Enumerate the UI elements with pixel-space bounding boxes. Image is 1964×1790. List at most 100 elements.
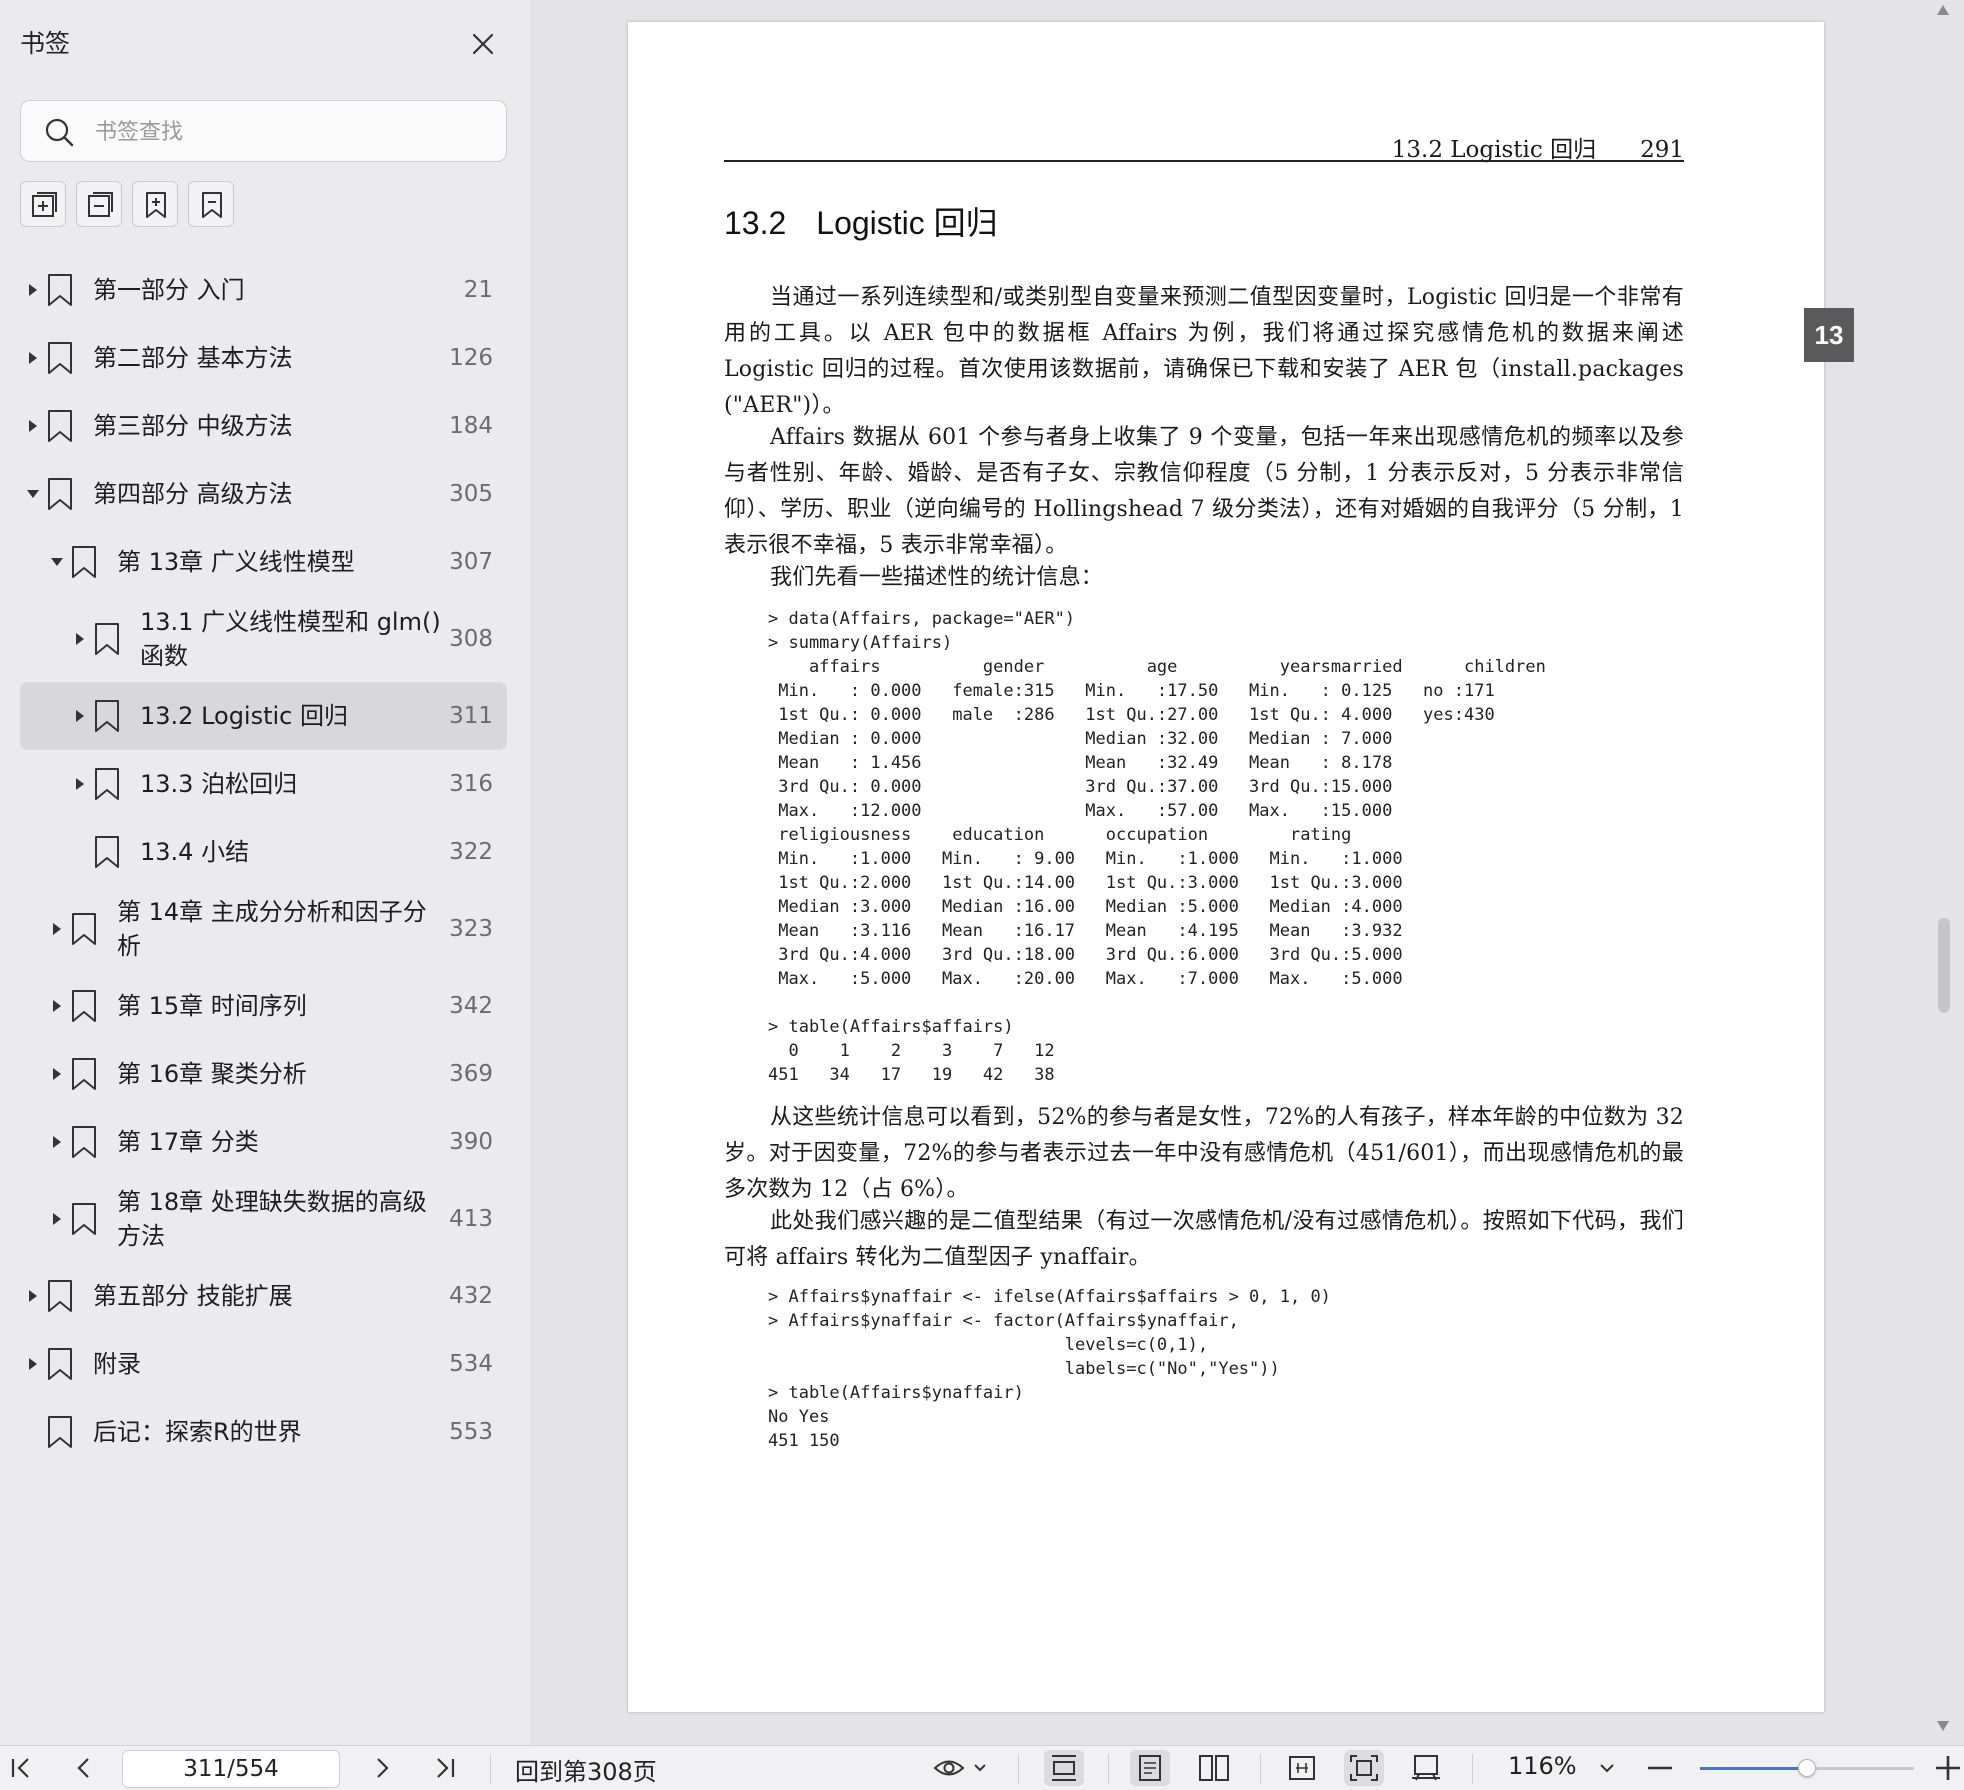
caret-right-icon[interactable] [73, 708, 87, 724]
add-bookmark-icon [146, 192, 166, 218]
close-icon[interactable] [469, 30, 497, 58]
zoom-slider-knob[interactable] [1798, 1759, 1816, 1777]
fit-width-button[interactable] [1282, 1750, 1322, 1786]
bookmark-page-number: 305 [449, 481, 493, 507]
bookmark-item[interactable]: 第五部分 技能扩展 432 [20, 1262, 507, 1330]
zoom-slider[interactable] [1700, 1759, 1914, 1777]
bookmark-item[interactable]: 第 17章 分类 390 [20, 1108, 507, 1176]
expand-all-button[interactable] [20, 181, 66, 227]
bookmark-search[interactable] [20, 100, 507, 162]
back-to-page-link[interactable]: 回到第308页 [515, 1752, 657, 1787]
bookmark-page-number: 311 [449, 703, 493, 729]
remove-bookmark-button[interactable] [188, 181, 234, 227]
bookmark-label-line: 13.4 小结 [140, 838, 250, 866]
bookmark-item[interactable]: 第 18章 处理缺失数据的高级 方法 413 [20, 1176, 507, 1262]
bookmark-label: 13.4 小结 [140, 835, 249, 869]
add-bookmark-button[interactable] [132, 181, 178, 227]
bookmark-item[interactable]: 13.1 广义线性模型和 glm() 函数 308 [20, 596, 507, 682]
bookmark-page-number: 308 [449, 626, 493, 652]
code-block-summary: > data(Affairs, package="AER") > summary… [768, 609, 1546, 1085]
bookmark-page-number: 126 [449, 345, 493, 371]
chevron-right-icon [377, 1758, 389, 1778]
bookmark-icon [46, 409, 74, 443]
two-page-icon [1199, 1755, 1229, 1781]
bookmark-item[interactable]: 后记：探索R的世界 553 [20, 1398, 507, 1466]
caret-right-icon[interactable] [26, 418, 40, 434]
fit-page-button[interactable] [1344, 1750, 1384, 1786]
bookmark-item[interactable]: 13.4 小结 322 [20, 818, 507, 886]
bookmark-label-line: 13.2 Logistic 回归 [140, 702, 349, 730]
caret-right-icon[interactable] [50, 998, 64, 1014]
caret-down-icon[interactable] [26, 486, 40, 502]
bookmark-page-number: 342 [449, 993, 493, 1019]
scroll-up-arrow-icon[interactable] [1936, 4, 1950, 16]
first-page-button[interactable] [8, 1750, 36, 1786]
bookmark-page-number: 413 [449, 1206, 493, 1232]
caret-down-icon[interactable] [50, 554, 64, 570]
caret-right-icon[interactable] [73, 631, 87, 647]
caret-right-icon[interactable] [26, 350, 40, 366]
page-number-box[interactable] [122, 1750, 340, 1788]
caret-right-icon[interactable] [50, 1066, 64, 1082]
bookmark-label-line: 第三部分 中级方法 [93, 412, 293, 440]
bookmark-label-line: 第 17章 分类 [117, 1128, 259, 1156]
bookmark-label: 第 13章 广义线性模型 [117, 545, 355, 579]
caret-right-icon[interactable] [26, 1356, 40, 1372]
bookmark-label-line: 第四部分 高级方法 [93, 480, 293, 508]
view-mode-dropdown[interactable] [932, 1750, 992, 1786]
bookmark-page-number: 184 [449, 413, 493, 439]
caret-right-icon[interactable] [26, 282, 40, 298]
bookmark-label: 附录 [93, 1347, 141, 1381]
bookmark-item[interactable]: 第四部分 高级方法 305 [20, 460, 507, 528]
collapse-all-button[interactable] [76, 181, 122, 227]
bookmark-search-input[interactable] [95, 113, 485, 151]
bookmark-item[interactable]: 第 16章 聚类分析 369 [20, 1040, 507, 1108]
caret-right-icon[interactable] [73, 776, 87, 792]
scroll-down-arrow-icon[interactable] [1936, 1720, 1950, 1732]
single-page-icon [1139, 1755, 1161, 1781]
two-page-button[interactable] [1194, 1750, 1234, 1786]
bookmark-icon [46, 1415, 74, 1449]
running-head: 13.2 Logistic 回归 291 [1392, 130, 1684, 164]
caret-right-icon[interactable] [50, 921, 64, 937]
search-icon [45, 118, 74, 147]
last-page-button[interactable] [430, 1750, 458, 1786]
next-page-button[interactable] [368, 1750, 396, 1786]
bookmark-item[interactable]: 第 15章 时间序列 342 [20, 972, 507, 1040]
caret-right-icon[interactable] [50, 1134, 64, 1150]
zoom-out-button[interactable] [1644, 1750, 1676, 1786]
bookmark-label-line: 析 [117, 932, 141, 960]
bookmark-item[interactable]: 第二部分 基本方法 126 [20, 324, 507, 392]
bookmark-item[interactable]: 13.3 泊松回归 316 [20, 750, 507, 818]
chapter-thumb-tab: 13 [1804, 308, 1854, 362]
bookmark-label: 第 14章 主成分分析和因子分析 [117, 895, 427, 963]
paragraph-3: 我们先看一些描述性的统计信息： [770, 565, 1104, 590]
collapse-all-icon [88, 192, 113, 217]
single-page-button[interactable] [1130, 1750, 1170, 1786]
eye-icon [933, 1760, 986, 1776]
bookmark-item[interactable]: 第三部分 中级方法 184 [20, 392, 507, 460]
continuous-scroll-button[interactable] [1044, 1750, 1084, 1786]
caret-right-icon[interactable] [26, 1288, 40, 1304]
caret-right-icon[interactable] [50, 1211, 64, 1227]
bookmark-item[interactable]: 第一部分 入门 21 [20, 256, 507, 324]
bookmark-item[interactable]: 第 14章 主成分分析和因子分析 323 [20, 886, 507, 972]
zoom-in-button[interactable] [1932, 1750, 1964, 1786]
bookmark-label-line: 第五部分 技能扩展 [93, 1282, 293, 1310]
bookmark-icon [70, 1202, 98, 1236]
presentation-button[interactable] [1406, 1750, 1446, 1786]
previous-page-button[interactable] [70, 1750, 98, 1786]
bookmark-page-number: 553 [449, 1419, 493, 1445]
sidebar-header: 书签 [20, 26, 511, 66]
zoom-level[interactable]: 116% [1508, 1752, 1577, 1780]
bookmark-item[interactable]: 13.2 Logistic 回归 311 [20, 682, 507, 750]
page-number-input[interactable] [123, 1751, 339, 1787]
section-number: 13.2 [724, 205, 787, 241]
bookmark-label-line: 第 16章 聚类分析 [117, 1060, 307, 1088]
bookmark-item[interactable]: 第 13章 广义线性模型 307 [20, 528, 507, 596]
bookmark-icon [70, 1125, 98, 1159]
bookmark-label: 后记：探索R的世界 [93, 1415, 302, 1449]
vertical-scrollbar-thumb[interactable] [1938, 918, 1950, 1013]
zoom-dropdown[interactable] [1596, 1750, 1618, 1786]
bookmark-item[interactable]: 附录 534 [20, 1330, 507, 1398]
